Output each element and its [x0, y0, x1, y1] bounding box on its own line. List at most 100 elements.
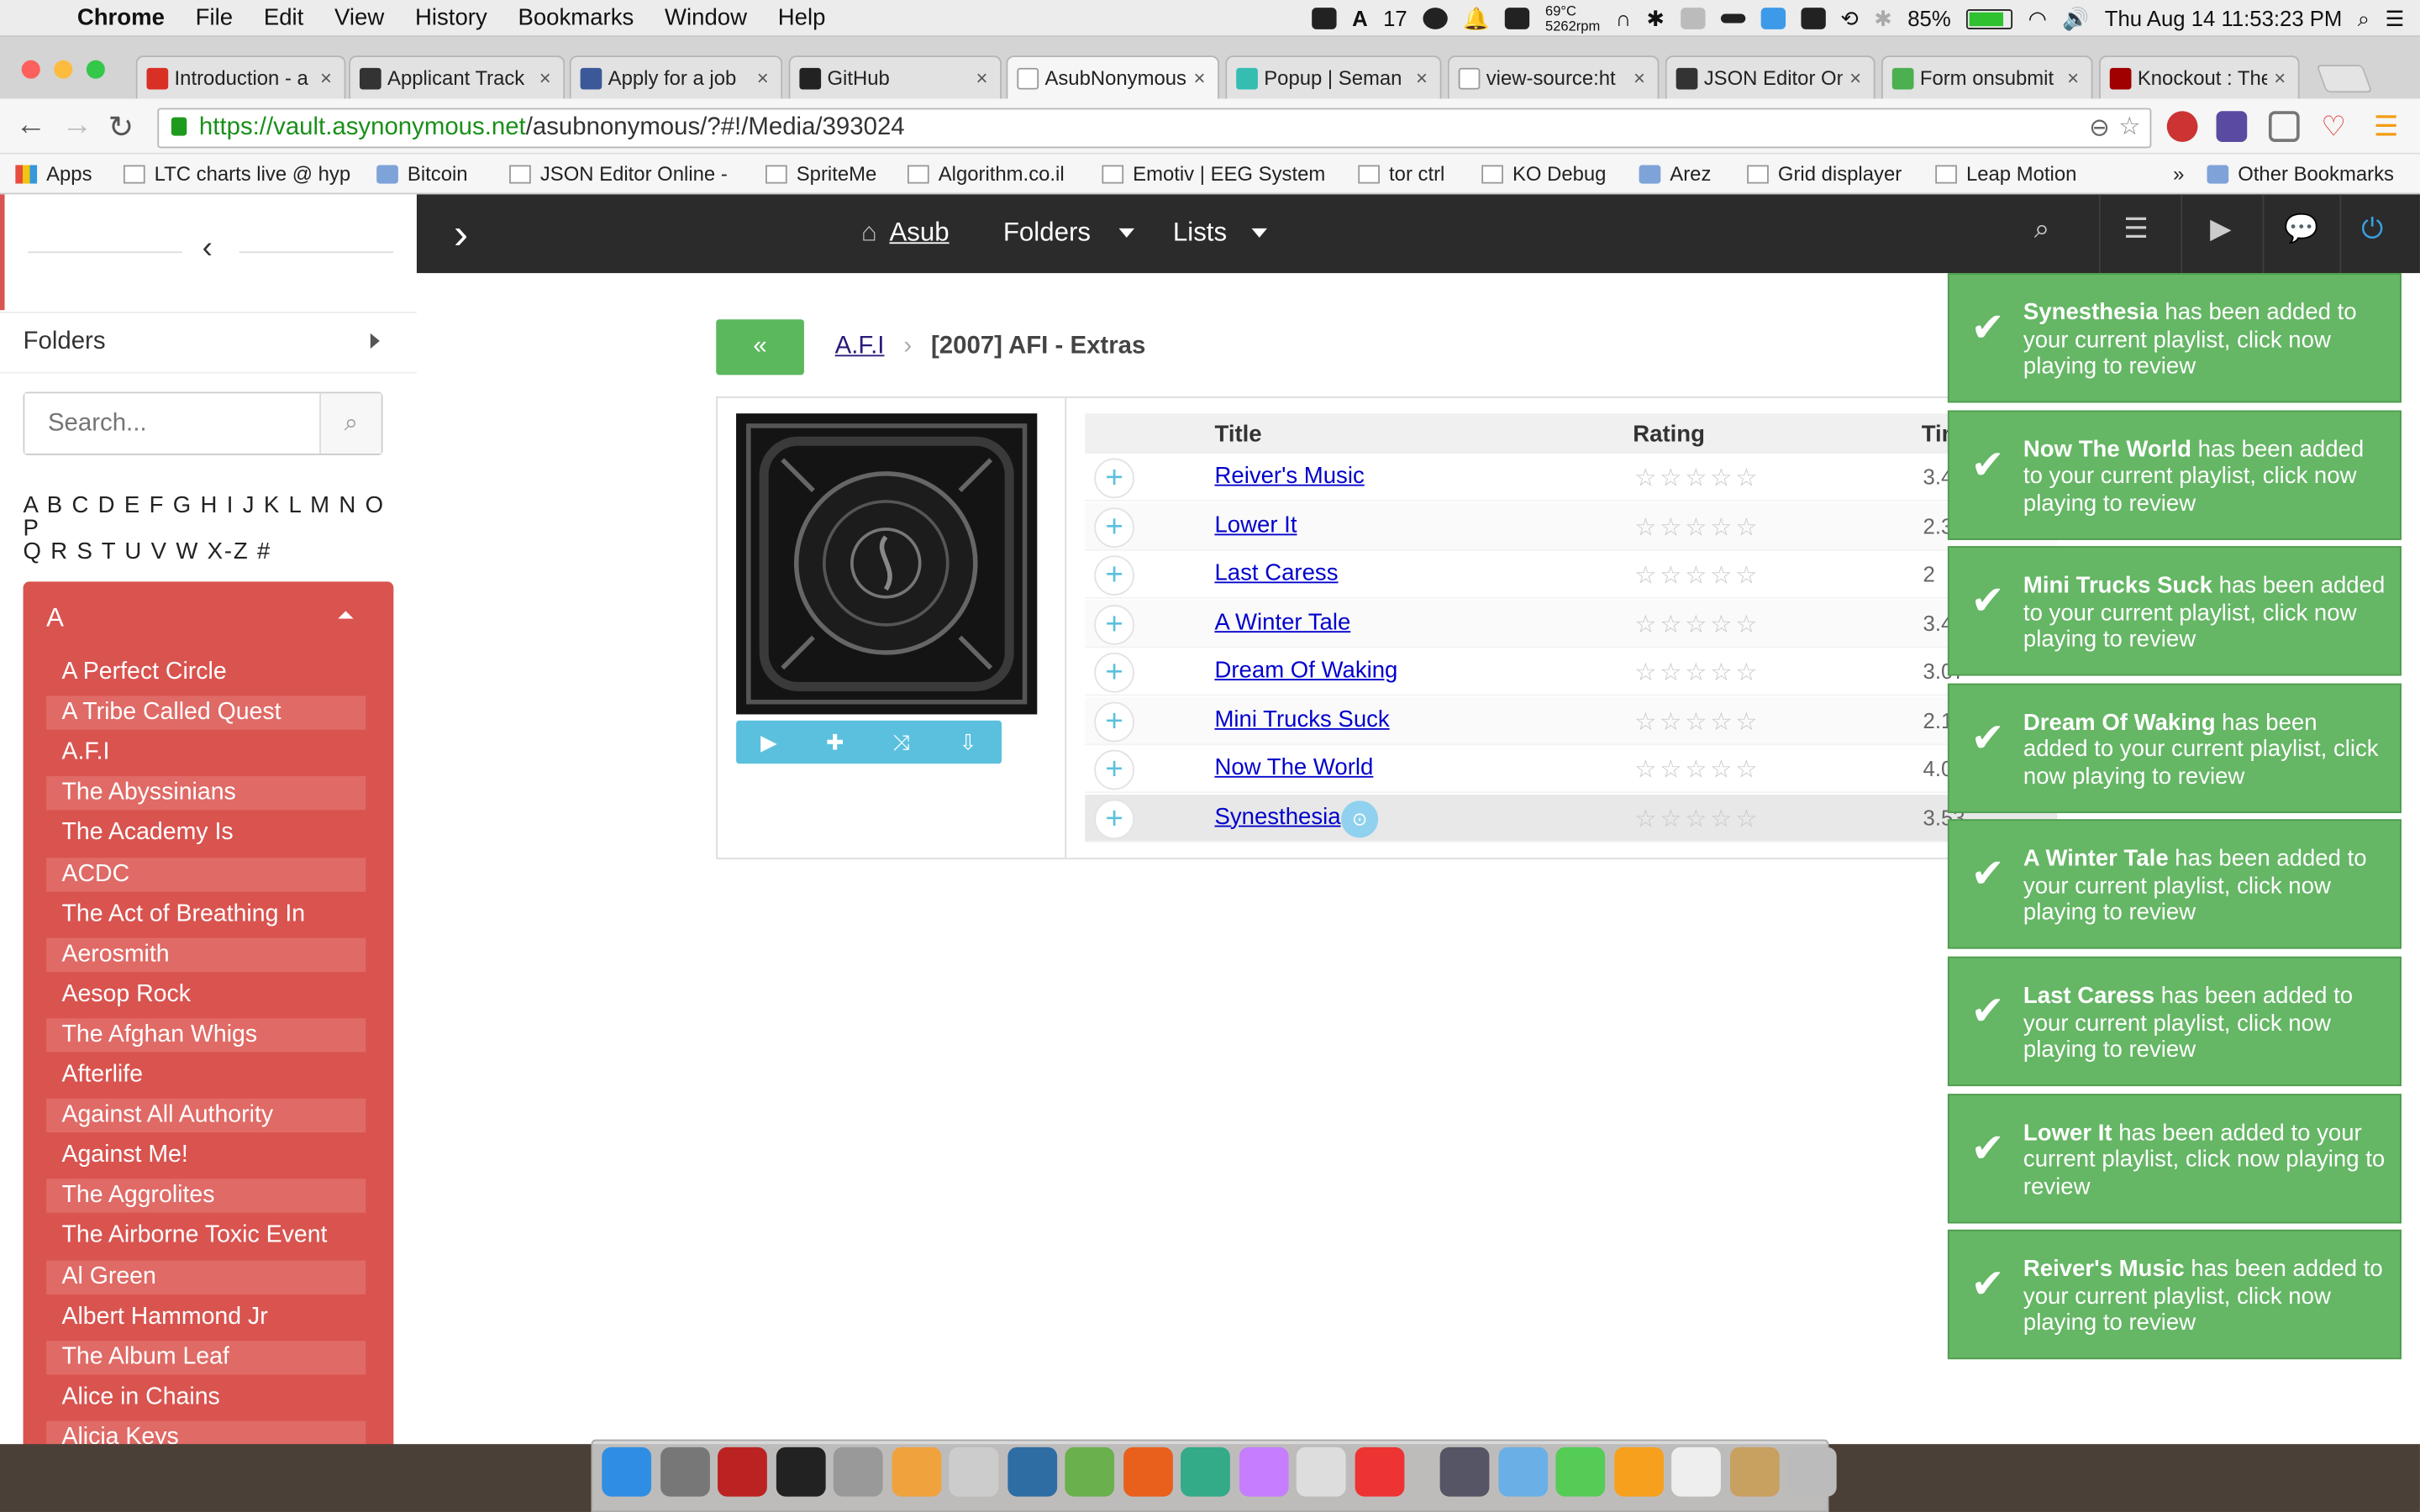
star-icon[interactable]: ☆ [1660, 515, 1685, 541]
zoom-window-icon[interactable] [86, 60, 105, 79]
user-icon[interactable] [1439, 1446, 1490, 1497]
close-tab-icon[interactable]: × [1849, 66, 1861, 90]
artist-item[interactable]: The Abyssinians [46, 776, 366, 811]
tab-3[interactable]: Apply for a job × [569, 55, 783, 99]
box-icon[interactable] [1729, 1446, 1779, 1497]
wifi-icon[interactable]: ◠ [2028, 5, 2047, 31]
star-icon[interactable]: ☆ [1660, 563, 1685, 589]
breadcrumb-artist[interactable]: A.F.I [835, 333, 885, 360]
track-row[interactable]: + Reiver's Music ☆☆☆☆☆ 3.4 [1085, 454, 2058, 501]
headphones-icon[interactable]: ∩ [1616, 6, 1631, 30]
bookmark-json-editor-online[interactable]: JSON Editor Online - [509, 162, 728, 185]
nav-home[interactable]: ⌂ Asub [861, 218, 950, 249]
track-title[interactable]: Reiver's Music [1214, 463, 1364, 489]
firefox-icon[interactable] [1123, 1446, 1172, 1497]
alphabet-letters-1[interactable]: A B C D E F G H I J K L M N O P [24, 492, 385, 542]
track-title[interactable]: Dream Of Waking [1214, 657, 1397, 683]
star-icon[interactable]: ☆ [1710, 660, 1735, 686]
artist-item[interactable]: A Tribe Called Quest [46, 696, 366, 730]
artist-item[interactable]: Albert Hammond Jr [46, 1300, 366, 1334]
add-track-icon[interactable]: + [1094, 652, 1134, 693]
artist-item[interactable]: The Act of Breathing In [46, 897, 366, 931]
star-icon[interactable]: ☆ [1735, 806, 1760, 832]
star-icon[interactable]: ☆ [1735, 660, 1760, 686]
menu-view[interactable]: View [319, 5, 400, 31]
track-row[interactable]: + A Winter Tale ☆☆☆☆☆ 3.43 [1085, 599, 2058, 648]
forward-arrow-icon[interactable]: → [61, 108, 92, 144]
star-icon[interactable]: ☆ [1710, 806, 1735, 832]
octopus-icon[interactable] [1238, 1446, 1288, 1497]
playlist-toast[interactable]: ✔ Synesthesia has been added to your curr… [1947, 273, 2402, 403]
bell-icon[interactable]: 🔔 [1463, 5, 1490, 31]
zoom-icon[interactable]: ⊖ [2089, 113, 2110, 144]
alphabet-letters-2[interactable]: Q R S T U V W X-Z # [24, 538, 272, 564]
pencil-icon[interactable] [1312, 8, 1337, 29]
bookmark-apps[interactable]: Apps [15, 162, 92, 185]
artist-item[interactable]: Aesop Rock [46, 978, 366, 1011]
bluetooth-icon[interactable]: ✱ [1874, 5, 1892, 31]
back-arrow-icon[interactable]: ← [15, 108, 46, 144]
close-tab-icon[interactable]: × [1194, 66, 1206, 90]
tab-10[interactable]: Knockout : The × [2098, 55, 2300, 99]
artist-item[interactable]: A Perfect Circle [46, 656, 366, 690]
star-icon[interactable]: ☆ [1634, 466, 1660, 492]
star-icon[interactable]: ☆ [1735, 466, 1760, 492]
bookmark-grid-displayer[interactable]: Grid displayer [1747, 162, 1902, 185]
rating-stars[interactable]: ☆☆☆☆☆ [1634, 657, 1760, 688]
bookmark-emotiv-eeg-system[interactable]: Emotiv | EEG System [1102, 162, 1325, 185]
address-bar[interactable]: https://vault.asynonymous.net/asubnonymo… [157, 108, 2152, 149]
tab-4[interactable]: GitHub × [788, 55, 1002, 99]
reload-icon[interactable]: ↻ [108, 108, 134, 147]
menu-help[interactable]: Help [762, 5, 840, 31]
star-icon[interactable]: ☆ [1660, 709, 1685, 735]
system-prefs-icon[interactable] [660, 1446, 709, 1497]
illustrator-icon[interactable] [1613, 1446, 1664, 1497]
finder-icon[interactable] [602, 1446, 652, 1497]
playlist-toast[interactable]: ✔ Reiver's Music has been added to your c… [1947, 1230, 2402, 1360]
bars-icon[interactable] [1680, 8, 1705, 29]
close-tab-icon[interactable]: × [320, 66, 332, 90]
rating-stars[interactable]: ☆☆☆☆☆ [1634, 803, 1760, 834]
adobe-icon[interactable]: A [1352, 6, 1368, 30]
ibooks-icon[interactable] [891, 1446, 941, 1497]
ublock-icon[interactable] [2166, 111, 2198, 142]
bookmark-algorithm-co-il[interactable]: Algorithm.co.il [907, 162, 1065, 185]
track-title[interactable]: Now The World [1214, 754, 1373, 780]
star-icon[interactable]: ☆ [1660, 806, 1685, 832]
play-album-icon[interactable]: ▶ [760, 729, 777, 755]
terminal-icon[interactable] [775, 1446, 825, 1497]
star-icon[interactable]: ☆ [1685, 758, 1710, 784]
add-track-icon[interactable]: + [1094, 555, 1134, 596]
artist-item[interactable]: The Academy Is [46, 816, 366, 850]
nav-lists[interactable]: Lists [1173, 218, 1267, 249]
add-track-icon[interactable]: + [1094, 507, 1134, 548]
monitor-icon[interactable] [1505, 8, 1530, 29]
rating-stars[interactable]: ☆☆☆☆☆ [1634, 512, 1760, 543]
chrome-icon[interactable] [1181, 1446, 1230, 1497]
bookmark-tor-ctrl[interactable]: tor ctrl [1358, 162, 1444, 185]
sidebar-collapse[interactable]: ‹ [0, 194, 417, 311]
folders-row[interactable]: Folders [0, 312, 417, 374]
track-title[interactable]: Last Caress [1214, 560, 1338, 586]
track-row[interactable]: + Last Caress ☆☆☆☆☆ 2 [1085, 551, 2058, 599]
filezilla-icon[interactable] [718, 1446, 767, 1497]
column-rating[interactable]: Rating [1633, 421, 1705, 447]
star-icon[interactable]: ☆ [1634, 709, 1660, 735]
star-icon[interactable]: ☆ [2118, 111, 2140, 142]
star-icon[interactable]: ☆ [1660, 758, 1685, 784]
chevron-left-icon[interactable]: ‹ [203, 232, 213, 267]
star-icon[interactable]: ☆ [1685, 515, 1710, 541]
bookmark-other-bookmarks[interactable]: Other Bookmarks [2207, 162, 2394, 185]
star-icon[interactable]: ☆ [1685, 563, 1710, 589]
chevron-up-icon[interactable] [338, 611, 354, 619]
document-icon[interactable] [1671, 1446, 1721, 1497]
track-title[interactable]: Synesthesia [1214, 803, 1340, 829]
skype-icon[interactable] [1423, 8, 1448, 29]
bookmark-spriteme[interactable]: SpriteMe [765, 162, 876, 185]
tab-5[interactable]: AsubNonymous × [1006, 55, 1219, 99]
menu-file[interactable]: File [180, 5, 248, 31]
add-track-icon[interactable]: + [1094, 798, 1134, 839]
track-row[interactable]: + Now The World ☆☆☆☆☆ 4.03 [1085, 745, 2058, 794]
star-icon[interactable]: ☆ [1660, 466, 1685, 492]
artist-item[interactable]: The Afghan Whigs [46, 1018, 366, 1053]
